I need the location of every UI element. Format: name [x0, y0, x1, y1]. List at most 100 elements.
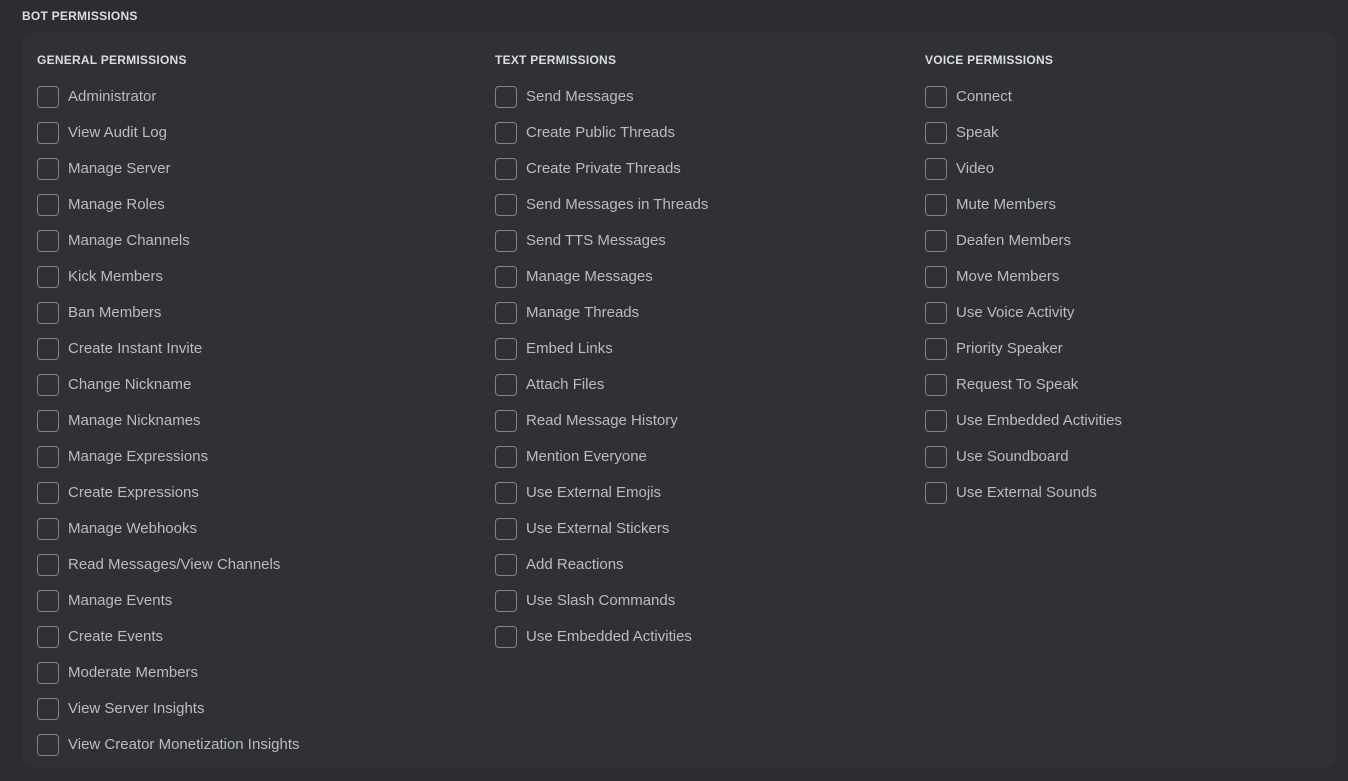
permission-row[interactable]: Moderate Members: [37, 655, 470, 691]
permission-checkbox[interactable]: [37, 86, 59, 108]
permission-label[interactable]: Deafen Members: [956, 231, 1071, 251]
permission-checkbox[interactable]: [495, 590, 517, 612]
permission-row[interactable]: Connect: [925, 79, 1335, 115]
permission-label[interactable]: Moderate Members: [68, 663, 198, 683]
permission-row[interactable]: Request To Speak: [925, 367, 1335, 403]
permission-checkbox[interactable]: [37, 482, 59, 504]
permission-label[interactable]: Administrator: [68, 87, 156, 107]
permission-row[interactable]: Manage Expressions: [37, 439, 470, 475]
permission-checkbox[interactable]: [925, 410, 947, 432]
permission-row[interactable]: Create Public Threads: [495, 115, 900, 151]
permission-label[interactable]: Connect: [956, 87, 1012, 107]
permission-row[interactable]: View Creator Monetization Insights: [37, 727, 470, 763]
permission-checkbox[interactable]: [495, 158, 517, 180]
permission-checkbox[interactable]: [925, 158, 947, 180]
permission-label[interactable]: Embed Links: [526, 339, 613, 359]
permission-row[interactable]: Use Embedded Activities: [925, 403, 1335, 439]
permission-checkbox[interactable]: [925, 302, 947, 324]
permission-checkbox[interactable]: [495, 626, 517, 648]
permission-row[interactable]: Change Nickname: [37, 367, 470, 403]
permission-label[interactable]: Use External Sounds: [956, 483, 1097, 503]
permission-label[interactable]: Manage Channels: [68, 231, 190, 251]
permission-row[interactable]: Attach Files: [495, 367, 900, 403]
permission-label[interactable]: Priority Speaker: [956, 339, 1063, 359]
permission-checkbox[interactable]: [925, 86, 947, 108]
permission-checkbox[interactable]: [37, 374, 59, 396]
permission-row[interactable]: Manage Channels: [37, 223, 470, 259]
permission-row[interactable]: Use External Sounds: [925, 475, 1335, 511]
permission-row[interactable]: Create Instant Invite: [37, 331, 470, 367]
permission-label[interactable]: Video: [956, 159, 994, 179]
permission-checkbox[interactable]: [495, 374, 517, 396]
permission-row[interactable]: View Audit Log: [37, 115, 470, 151]
permission-label[interactable]: Send TTS Messages: [526, 231, 666, 251]
permission-checkbox[interactable]: [925, 194, 947, 216]
permission-label[interactable]: Create Private Threads: [526, 159, 681, 179]
permission-label[interactable]: Use External Stickers: [526, 519, 669, 539]
permission-checkbox[interactable]: [495, 86, 517, 108]
permission-checkbox[interactable]: [37, 194, 59, 216]
permission-row[interactable]: Manage Webhooks: [37, 511, 470, 547]
permission-label[interactable]: Use External Emojis: [526, 483, 661, 503]
permission-row[interactable]: Create Events: [37, 619, 470, 655]
permission-row[interactable]: Administrator: [37, 79, 470, 115]
permission-row[interactable]: Manage Threads: [495, 295, 900, 331]
permission-checkbox[interactable]: [495, 518, 517, 540]
permission-label[interactable]: Manage Events: [68, 591, 172, 611]
permission-label[interactable]: View Server Insights: [68, 699, 204, 719]
permission-label[interactable]: Attach Files: [526, 375, 604, 395]
permission-label[interactable]: Manage Server: [68, 159, 171, 179]
permission-label[interactable]: Change Nickname: [68, 375, 191, 395]
permission-checkbox[interactable]: [495, 302, 517, 324]
permission-row[interactable]: Use Voice Activity: [925, 295, 1335, 331]
permission-checkbox[interactable]: [495, 194, 517, 216]
permission-checkbox[interactable]: [925, 338, 947, 360]
permission-row[interactable]: Embed Links: [495, 331, 900, 367]
permission-label[interactable]: Mention Everyone: [526, 447, 647, 467]
permission-row[interactable]: Manage Nicknames: [37, 403, 470, 439]
permission-checkbox[interactable]: [495, 122, 517, 144]
permission-checkbox[interactable]: [495, 554, 517, 576]
permission-checkbox[interactable]: [37, 626, 59, 648]
permission-row[interactable]: Kick Members: [37, 259, 470, 295]
permission-label[interactable]: Create Public Threads: [526, 123, 675, 143]
permission-checkbox[interactable]: [925, 266, 947, 288]
permission-checkbox[interactable]: [495, 482, 517, 504]
permission-row[interactable]: Video: [925, 151, 1335, 187]
permission-checkbox[interactable]: [37, 158, 59, 180]
permission-row[interactable]: Use External Stickers: [495, 511, 900, 547]
permission-label[interactable]: Use Voice Activity: [956, 303, 1074, 323]
permission-row[interactable]: Mention Everyone: [495, 439, 900, 475]
permission-label[interactable]: Manage Roles: [68, 195, 165, 215]
permission-label[interactable]: Use Embedded Activities: [526, 627, 692, 647]
permission-row[interactable]: Deafen Members: [925, 223, 1335, 259]
permission-checkbox[interactable]: [37, 446, 59, 468]
permission-checkbox[interactable]: [37, 266, 59, 288]
permission-label[interactable]: Manage Nicknames: [68, 411, 201, 431]
permission-label[interactable]: Speak: [956, 123, 999, 143]
permission-row[interactable]: Manage Events: [37, 583, 470, 619]
permission-row[interactable]: View Server Insights: [37, 691, 470, 727]
permission-row[interactable]: Use External Emojis: [495, 475, 900, 511]
permission-label[interactable]: Send Messages: [526, 87, 634, 107]
permission-label[interactable]: Manage Threads: [526, 303, 639, 323]
permission-checkbox[interactable]: [37, 302, 59, 324]
permission-checkbox[interactable]: [37, 698, 59, 720]
permission-row[interactable]: Manage Server: [37, 151, 470, 187]
permission-label[interactable]: Use Soundboard: [956, 447, 1069, 467]
permission-label[interactable]: Ban Members: [68, 303, 161, 323]
permission-checkbox[interactable]: [495, 446, 517, 468]
permission-checkbox[interactable]: [37, 122, 59, 144]
permission-row[interactable]: Use Embedded Activities: [495, 619, 900, 655]
permission-label[interactable]: Kick Members: [68, 267, 163, 287]
permission-label[interactable]: Manage Expressions: [68, 447, 208, 467]
permission-row[interactable]: Use Soundboard: [925, 439, 1335, 475]
permission-row[interactable]: Read Message History: [495, 403, 900, 439]
permission-label[interactable]: Create Events: [68, 627, 163, 647]
permission-checkbox[interactable]: [37, 734, 59, 756]
permission-checkbox[interactable]: [495, 338, 517, 360]
permission-label[interactable]: Use Slash Commands: [526, 591, 675, 611]
permission-row[interactable]: Read Messages/View Channels: [37, 547, 470, 583]
permission-checkbox[interactable]: [37, 554, 59, 576]
permission-label[interactable]: View Creator Monetization Insights: [68, 735, 300, 755]
